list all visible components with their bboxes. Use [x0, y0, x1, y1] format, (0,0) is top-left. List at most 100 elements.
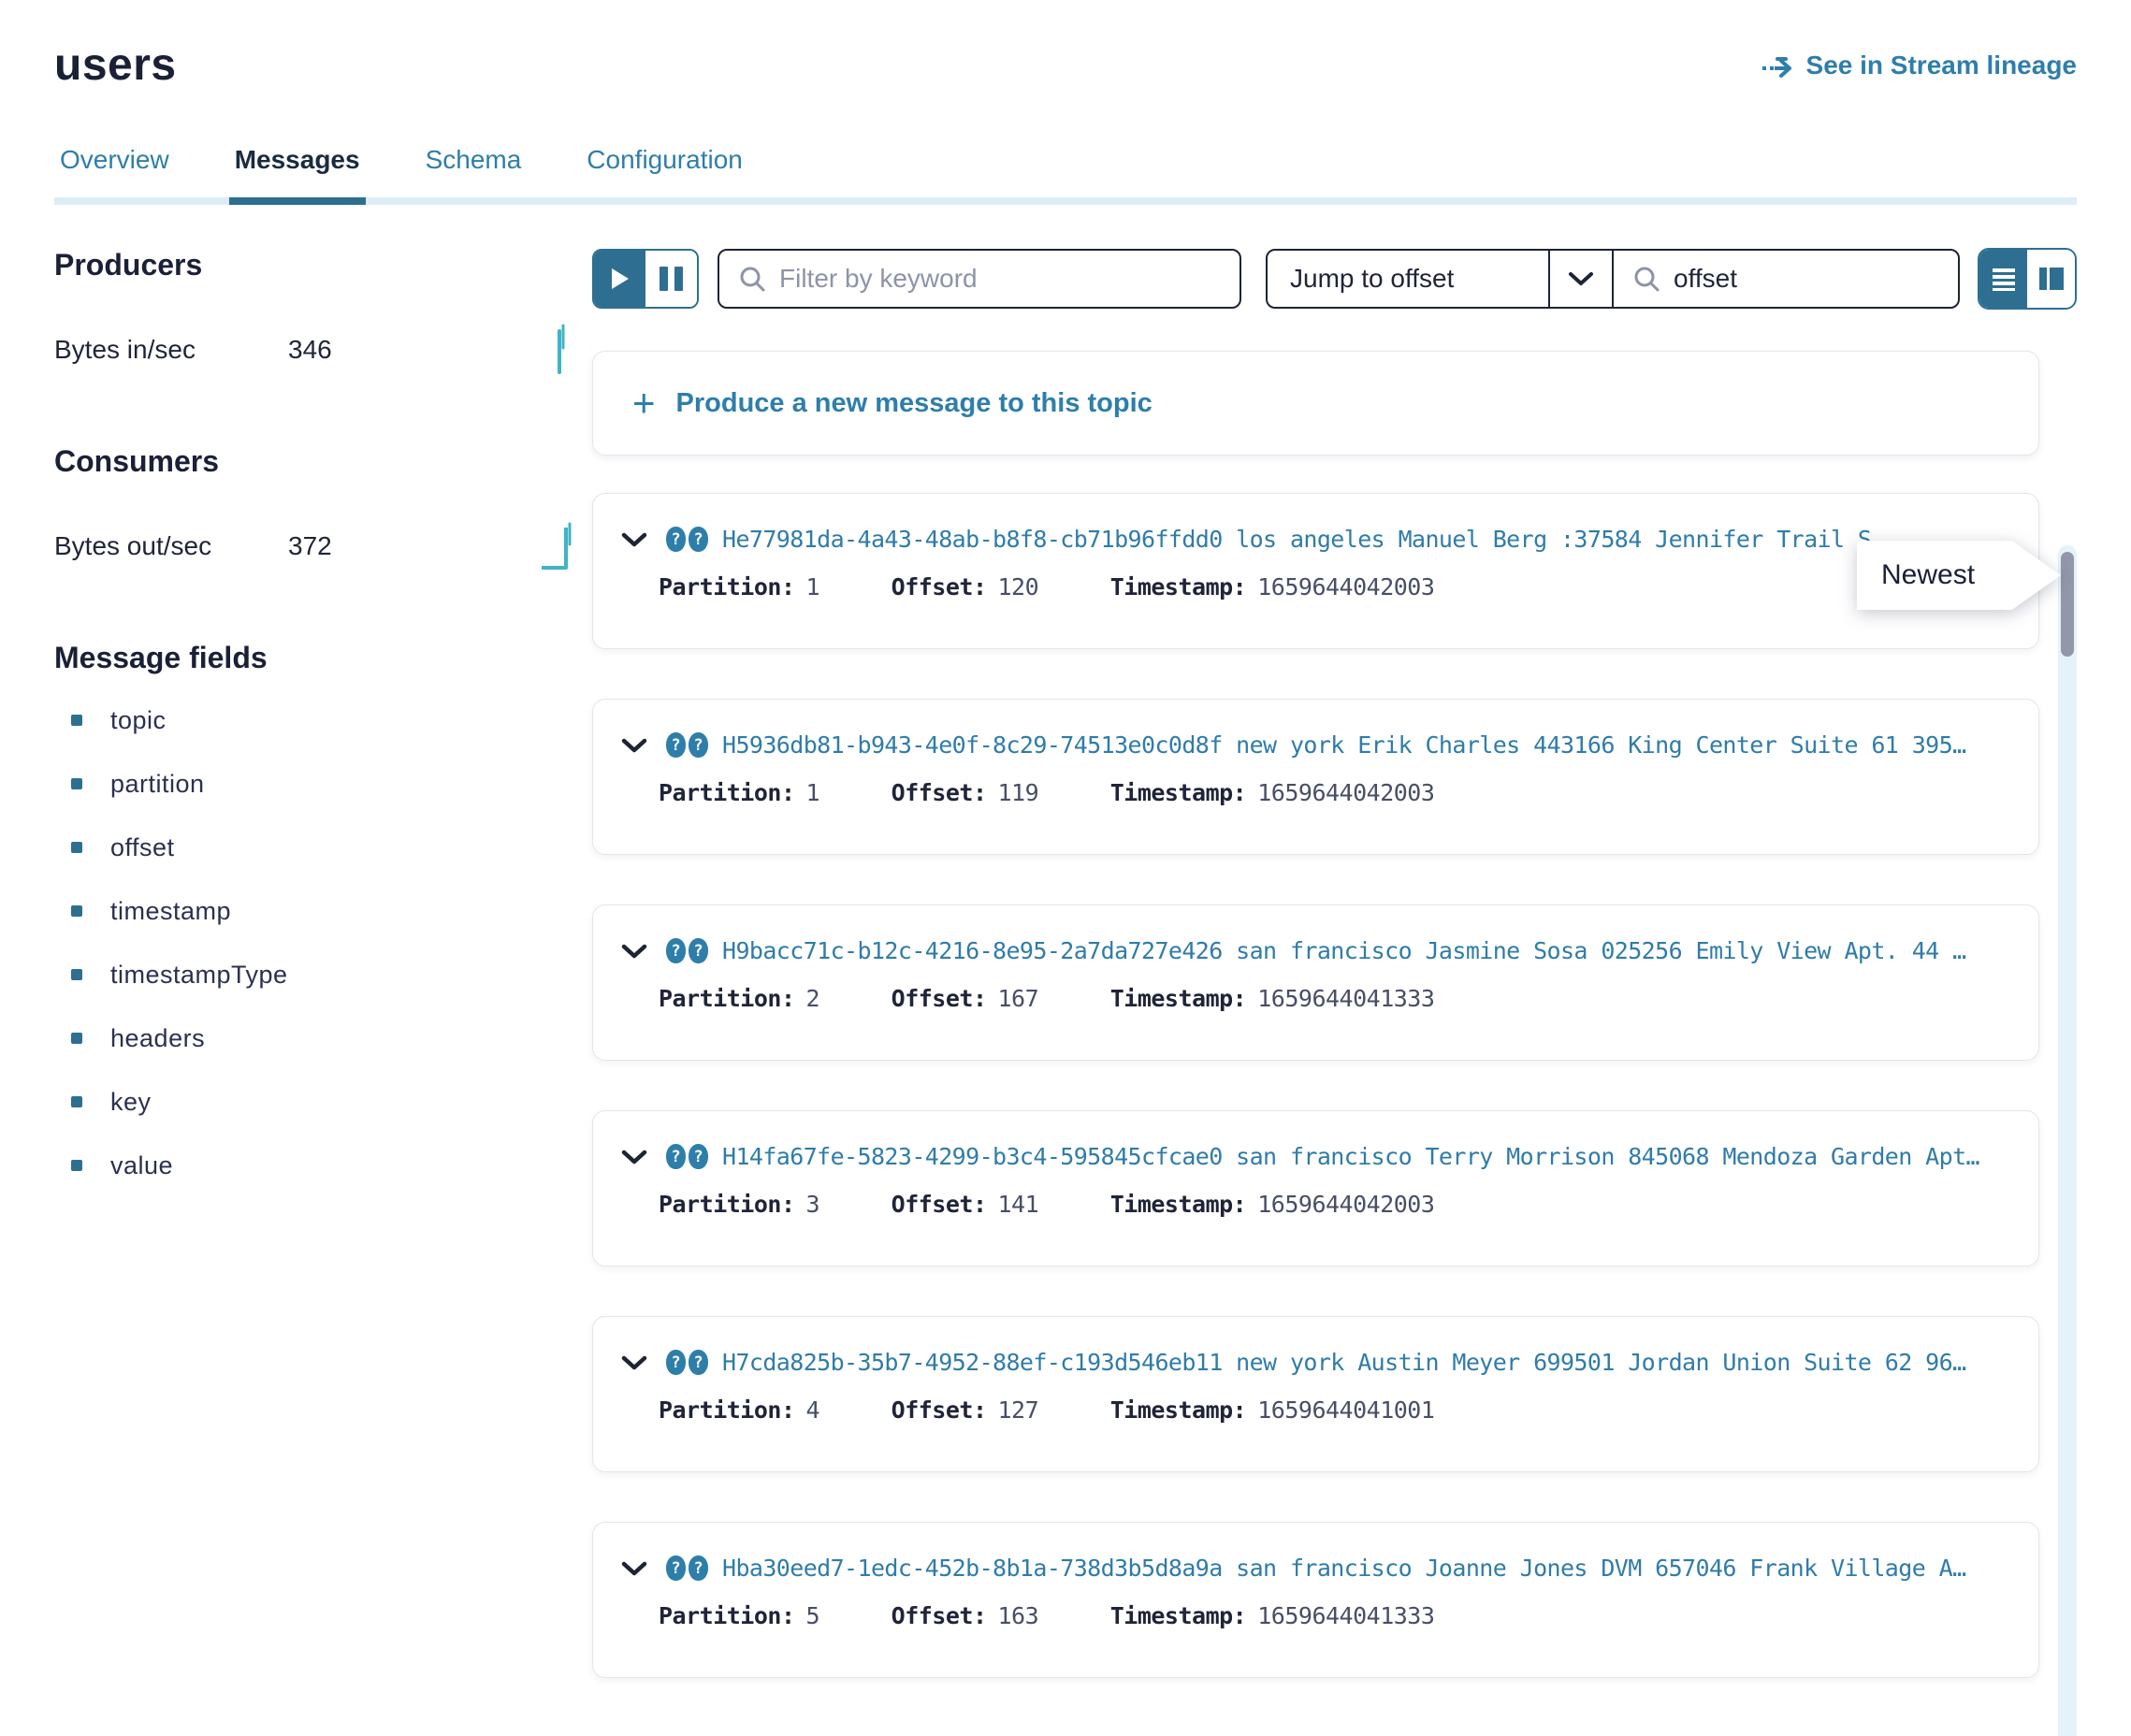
replacement-char-icon: ?	[689, 1144, 708, 1169]
bytes-in-value: 346	[288, 335, 332, 365]
stream-lineage-icon	[1761, 53, 1795, 78]
field-bullet-icon	[71, 905, 82, 917]
bytes-out-value: 372	[288, 531, 332, 561]
tab-messages[interactable]: Messages	[229, 145, 366, 205]
stream-lineage-link[interactable]: See in Stream lineage	[1761, 51, 2077, 80]
replacement-char-icon: ?	[689, 732, 708, 758]
replacement-char-icon: ?	[689, 1350, 708, 1375]
expand-chevron-icon[interactable]	[621, 531, 647, 548]
partition-label: Partition:	[659, 1602, 795, 1629]
producers-heading: Producers	[54, 248, 592, 282]
pause-icon	[660, 267, 683, 291]
field-item-partition[interactable]: partition	[54, 752, 592, 816]
expand-chevron-icon[interactable]	[621, 737, 647, 754]
field-item-value[interactable]: value	[54, 1134, 592, 1197]
live-consume-toggle	[592, 249, 699, 309]
message-key: H5936db81-b943-4e0f-8c29-74513e0c0d8f ne…	[722, 731, 1966, 759]
message-meta: Partition:1 Offset:120 Timestamp:1659644…	[621, 573, 2010, 600]
bytes-in-label: Bytes in/sec	[54, 335, 288, 365]
plus-icon: +	[632, 383, 656, 423]
topic-page: users See in Stream lineage Overview Mes…	[0, 0, 2131, 1736]
messages-toolbar: Jump to offset	[592, 248, 2077, 310]
page-header: users See in Stream lineage	[54, 39, 2077, 91]
search-icon	[738, 265, 766, 293]
partition-label: Partition:	[659, 1191, 795, 1218]
jump-select[interactable]: Jump to offset	[1268, 251, 1548, 307]
offset-value: 141	[998, 1191, 1039, 1218]
field-bullet-icon	[71, 778, 82, 789]
replacement-char-icon: ?	[689, 1555, 708, 1581]
field-bullet-icon	[71, 1096, 82, 1107]
search-icon	[1632, 265, 1660, 293]
expand-chevron-icon[interactable]	[621, 1560, 647, 1577]
partition-label: Partition:	[659, 779, 795, 806]
list-view-button[interactable]	[1979, 250, 2027, 308]
message-key: H14fa67fe-5823-4299-b3c4-595845cfcae0 sa…	[722, 1143, 1979, 1170]
view-mode-toggle	[1978, 248, 2077, 310]
field-bullet-icon	[71, 715, 82, 726]
play-button[interactable]	[594, 251, 645, 307]
message-key: Hba30eed7-1edc-452b-8b1a-738d3b5d8a9a sa…	[722, 1555, 1966, 1582]
produce-message-label: Produce a new message to this topic	[676, 388, 1152, 419]
pause-button[interactable]	[645, 251, 697, 307]
messages-scrollbar-thumb[interactable]	[2061, 552, 2074, 657]
offset-value: 127	[998, 1396, 1039, 1424]
offset-label: Offset:	[892, 573, 987, 600]
message-row[interactable]: ? ? H9bacc71c-b12c-4216-8e95-2a7da727e42…	[592, 904, 2039, 1061]
field-item-timestampType[interactable]: timestampType	[54, 943, 592, 1006]
message-row[interactable]: ? ? He77981da-4a43-48ab-b8f8-cb71b96ffdd…	[592, 493, 2039, 649]
message-meta: Partition:3 Offset:141 Timestamp:1659644…	[621, 1191, 2010, 1218]
field-bullet-icon	[71, 969, 82, 980]
message-row[interactable]: ? ? H7cda825b-35b7-4952-88ef-c193d546eb1…	[592, 1316, 2039, 1472]
field-item-offset[interactable]: offset	[54, 816, 592, 879]
offset-search-input[interactable]	[1674, 264, 1939, 294]
timestamp-label: Timestamp:	[1110, 1191, 1247, 1218]
partition-value: 3	[806, 1191, 820, 1218]
offset-label: Offset:	[892, 1396, 987, 1424]
page-title: users	[54, 39, 177, 91]
offset-search[interactable]	[1614, 251, 1958, 307]
message-meta: Partition:2 Offset:167 Timestamp:1659644…	[621, 985, 2010, 1012]
messages-panel: Jump to offset	[592, 248, 2077, 1728]
tab-configuration[interactable]: Configuration	[581, 145, 748, 197]
bytes-out-label: Bytes out/sec	[54, 531, 288, 561]
chevron-down-icon[interactable]	[1548, 251, 1614, 307]
messages-scrollbar-track[interactable]	[2058, 545, 2077, 1736]
message-list: ? ? He77981da-4a43-48ab-b8f8-cb71b96ffdd…	[592, 493, 2039, 1678]
expand-chevron-icon[interactable]	[621, 1149, 647, 1165]
offset-label: Offset:	[892, 1191, 987, 1218]
message-row[interactable]: ? ? H14fa67fe-5823-4299-b3c4-595845cfcae…	[592, 1110, 2039, 1266]
field-item-key[interactable]: key	[54, 1070, 592, 1134]
expand-chevron-icon[interactable]	[621, 1354, 647, 1371]
message-row[interactable]: ? ? H5936db81-b943-4e0f-8c29-74513e0c0d8…	[592, 699, 2039, 855]
message-row[interactable]: ? ? Hba30eed7-1edc-452b-8b1a-738d3b5d8a9…	[592, 1522, 2039, 1678]
field-item-headers[interactable]: headers	[54, 1006, 592, 1070]
keyword-filter[interactable]	[718, 249, 1241, 309]
replacement-char-icon: ?	[666, 732, 686, 758]
partition-value: 2	[806, 985, 820, 1012]
offset-label: Offset:	[892, 779, 987, 806]
timestamp-label: Timestamp:	[1110, 985, 1247, 1012]
newest-tooltip-label: Newest	[1857, 541, 2061, 610]
field-item-timestamp[interactable]: timestamp	[54, 879, 592, 943]
split-view-button[interactable]	[2027, 250, 2075, 308]
replacement-char-icon: ?	[666, 527, 686, 552]
consumers-heading: Consumers	[54, 444, 592, 479]
timestamp-value: 1659644041001	[1257, 1396, 1434, 1424]
keyword-filter-input[interactable]	[779, 264, 1221, 294]
field-item-topic[interactable]: topic	[54, 688, 592, 752]
tab-overview[interactable]: Overview	[54, 145, 175, 197]
replacement-char-icon: ?	[689, 938, 708, 963]
partition-label: Partition:	[659, 985, 795, 1012]
replacement-char-icon: ?	[689, 527, 708, 552]
play-icon	[612, 268, 629, 289]
timestamp-label: Timestamp:	[1110, 573, 1247, 600]
expand-chevron-icon[interactable]	[621, 943, 647, 960]
produce-message-button[interactable]: + Produce a new message to this topic	[592, 351, 2039, 456]
message-fields-list: topic partition offset timestamp timesta…	[54, 688, 592, 1197]
jump-to-offset-control: Jump to offset	[1266, 249, 1960, 309]
timestamp-label: Timestamp:	[1110, 779, 1247, 806]
bytes-out-sparkline	[540, 516, 579, 575]
tab-schema[interactable]: Schema	[420, 145, 528, 197]
replacement-char-icon: ?	[666, 938, 686, 963]
